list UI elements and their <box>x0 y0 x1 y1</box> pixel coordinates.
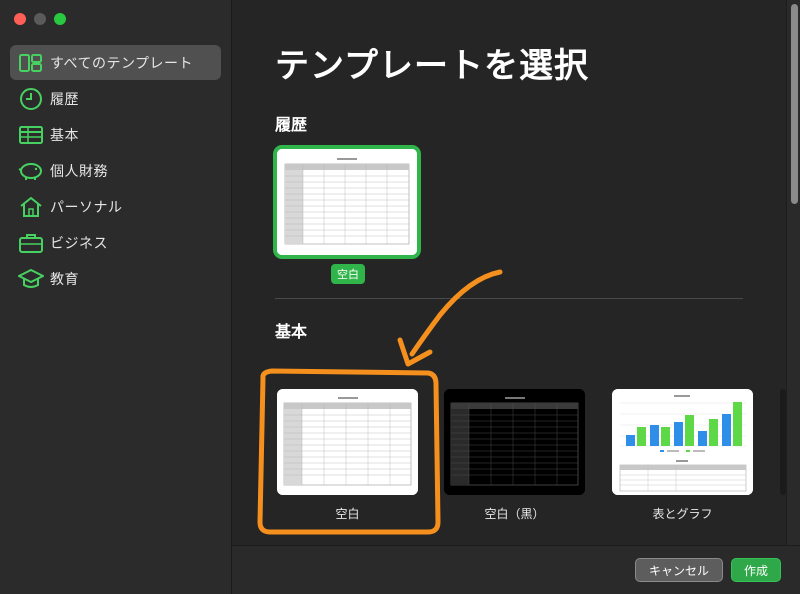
sidebar-item-label: 履歴 <box>50 91 79 108</box>
briefcase-icon <box>18 230 44 256</box>
section-heading-history: 履歴 <box>275 115 308 134</box>
page-title: テンプレートを選択 <box>275 46 589 86</box>
sidebar-item-label: ビジネス <box>50 235 108 252</box>
section-heading-basic: 基本 <box>275 322 308 341</box>
sidebar: すべてのテンプレート 履歴 基本 個人財務 パーソナル ビジネス 教育 <box>0 0 232 594</box>
all-templates-icon <box>18 50 44 76</box>
vertical-scrollbar[interactable] <box>786 0 800 545</box>
sidebar-list: すべてのテンプレート 履歴 基本 個人財務 パーソナル ビジネス 教育 <box>10 45 221 297</box>
template-blank-thumbnail[interactable] <box>277 389 418 495</box>
sidebar-item-basic[interactable]: 基本 <box>10 117 221 152</box>
template-label: 空白（黒） <box>484 507 545 521</box>
clock-icon <box>18 86 44 112</box>
cancel-button[interactable]: キャンセル <box>635 558 723 582</box>
template-label: 表とグラフ <box>652 507 713 521</box>
sidebar-item-label: 教育 <box>50 271 79 288</box>
graduation-cap-icon <box>18 266 44 292</box>
template-label: 空白 <box>335 507 360 521</box>
template-blank-dark-thumbnail[interactable] <box>444 389 585 495</box>
zoom-window-button[interactable] <box>54 13 66 25</box>
sidebar-item-personal-finance[interactable]: 個人財務 <box>10 153 221 188</box>
close-window-button[interactable] <box>14 13 26 25</box>
minimize-window-button[interactable] <box>34 13 46 25</box>
history-template-thumbnail[interactable] <box>273 145 421 259</box>
sidebar-item-history[interactable]: 履歴 <box>10 81 221 116</box>
section-divider <box>275 298 743 299</box>
sidebar-item-all-templates[interactable]: すべてのテンプレート <box>10 45 221 80</box>
sidebar-item-business[interactable]: ビジネス <box>10 225 221 260</box>
sidebar-item-label: パーソナル <box>50 199 123 216</box>
sidebar-item-personal[interactable]: パーソナル <box>10 189 221 224</box>
sidebar-item-label: すべてのテンプレート <box>50 55 194 72</box>
scrollbar-thumb[interactable] <box>791 4 798 204</box>
sidebar-item-education[interactable]: 教育 <box>10 261 221 296</box>
dialog-footer: キャンセル 作成 <box>232 545 800 594</box>
template-chooser-window: すべてのテンプレート 履歴 基本 個人財務 パーソナル ビジネス 教育 テンプレ… <box>0 0 800 594</box>
table-icon <box>18 122 44 148</box>
house-icon <box>18 194 44 220</box>
template-gallery: テンプレートを選択 履歴 空白 基本 空白 空白（黒） 表とグラフ <box>232 0 786 545</box>
sidebar-item-label: 基本 <box>50 127 79 144</box>
piggy-bank-icon <box>18 158 44 184</box>
sidebar-item-label: 個人財務 <box>50 163 108 180</box>
history-template-label: 空白 <box>331 264 365 284</box>
window-controls <box>14 13 66 25</box>
template-table-chart-thumbnail[interactable] <box>612 389 753 495</box>
create-button[interactable]: 作成 <box>731 558 781 582</box>
